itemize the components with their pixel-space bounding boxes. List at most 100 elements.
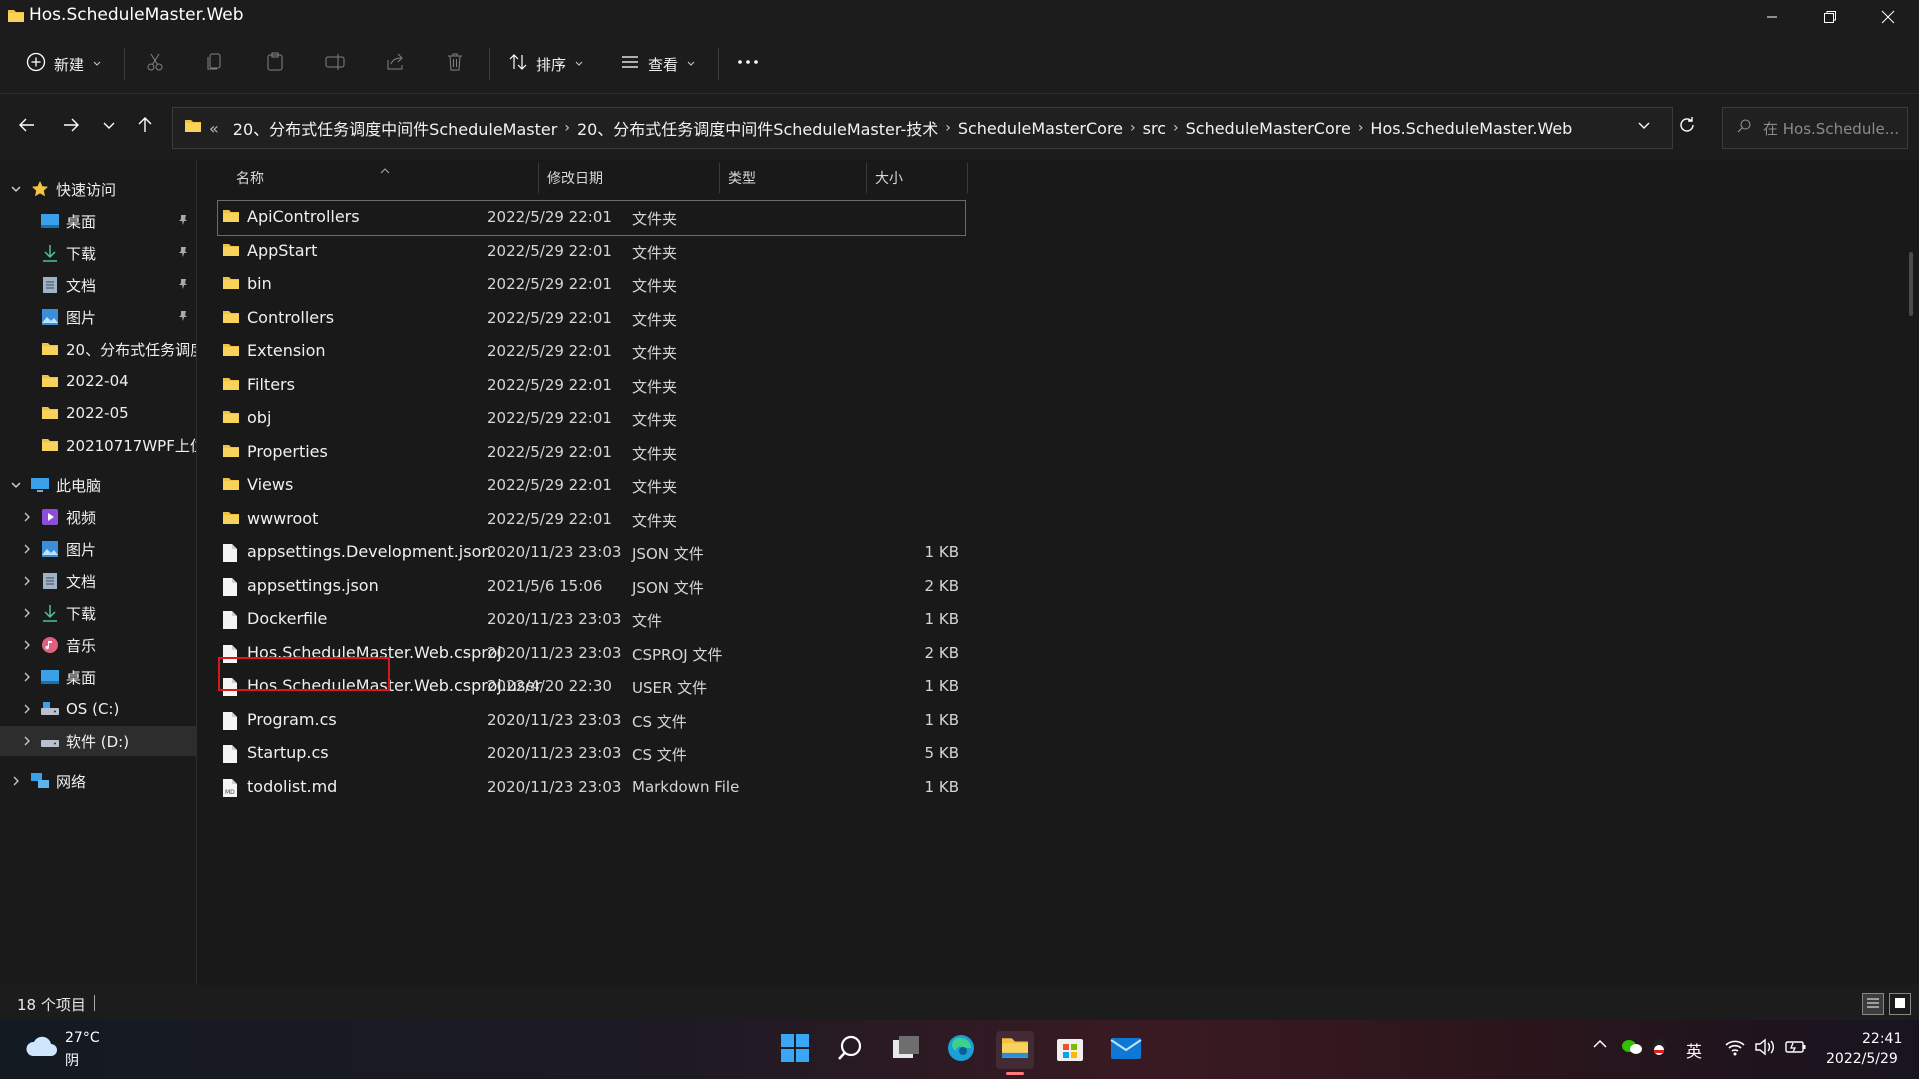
chevron-right-icon[interactable] (20, 606, 34, 620)
folder-row[interactable]: bin 2022/5/29 22:01 文件夹 (218, 268, 965, 302)
breadcrumb-item[interactable]: src (1143, 119, 1166, 138)
recent-locations-button[interactable] (92, 110, 126, 144)
back-button[interactable] (10, 110, 44, 144)
sidebar-item-folder[interactable]: 20210717WPF上位 (0, 430, 196, 460)
chevron-right-icon[interactable] (20, 574, 34, 588)
column-header-type[interactable]: 类型 (720, 160, 864, 196)
breadcrumb-item-current[interactable]: Hos.ScheduleMaster.Web (1370, 119, 1572, 138)
sidebar-item-downloads[interactable]: 下载 (0, 238, 196, 268)
folder-row[interactable]: obj 2022/5/29 22:01 文件夹 (218, 402, 965, 436)
paste-button[interactable] (265, 48, 285, 80)
close-button[interactable] (1859, 0, 1917, 34)
sidebar-item-drive-d[interactable]: 软件 (D:) (0, 726, 196, 756)
address-history-button[interactable] (1627, 110, 1661, 144)
new-button[interactable]: 新建 (26, 48, 102, 80)
sidebar-item-pictures[interactable]: 图片 (0, 302, 196, 332)
copy-button[interactable] (205, 48, 225, 80)
folder-row[interactable]: AppStart 2022/5/29 22:01 文件夹 (218, 235, 965, 269)
breadcrumb-item[interactable]: 20、分布式任务调度中间件ScheduleMaster (233, 116, 558, 140)
weather-description[interactable]: 阴 (65, 1050, 79, 1070)
sidebar-item-music[interactable]: 音乐 (0, 630, 196, 660)
file-row[interactable]: Startup.cs 2020/11/23 23:03 CS 文件 5 KB (218, 737, 965, 771)
weather-temperature[interactable]: 27°C (65, 1030, 100, 1046)
cloud-icon[interactable] (24, 1034, 58, 1064)
store-taskbar-button[interactable] (1051, 1031, 1089, 1069)
chevron-right-icon[interactable] (20, 638, 34, 652)
file-row[interactable]: MD todolist.md 2020/11/23 23:03 Markdown Fi… (218, 771, 965, 805)
sidebar-item-pictures[interactable]: 图片 (0, 534, 196, 564)
file-row[interactable]: appsettings.Development.json 2020/11/23 2… (218, 536, 965, 570)
column-header-size[interactable]: 大小 (867, 160, 965, 196)
breadcrumb-overflow[interactable]: « (209, 119, 219, 138)
sidebar-item-desktop[interactable]: 桌面 (0, 206, 196, 236)
wifi-icon[interactable] (1724, 1038, 1746, 1056)
delete-button[interactable] (445, 48, 465, 80)
mail-taskbar-button[interactable] (1107, 1031, 1145, 1069)
chevron-down-icon[interactable] (9, 478, 23, 492)
scrollbar[interactable] (1909, 252, 1913, 316)
clock-time[interactable]: 22:41 (1862, 1031, 1902, 1047)
ime-indicator[interactable]: 英 (1686, 1038, 1702, 1062)
pin-icon[interactable] (177, 212, 189, 230)
sort-button[interactable]: 排序 (508, 48, 584, 80)
sidebar-item-network[interactable]: 网络 (0, 766, 196, 796)
sidebar-item-documents[interactable]: 文档 (0, 566, 196, 596)
folder-row[interactable]: Filters 2022/5/29 22:01 文件夹 (218, 369, 965, 403)
breadcrumb-item[interactable]: 20、分布式任务调度中间件ScheduleMaster-技术 (577, 116, 938, 140)
column-header-name[interactable]: 名称 (228, 160, 536, 196)
sidebar-item-videos[interactable]: 视频 (0, 502, 196, 532)
sidebar-item-drive-c[interactable]: OS (C:) (0, 694, 196, 724)
sidebar-item-this-pc[interactable]: 此电脑 (0, 470, 196, 500)
cut-button[interactable] (145, 48, 165, 80)
address-bar[interactable]: « 20、分布式任务调度中间件ScheduleMaster › 20、分布式任务… (172, 107, 1673, 149)
chevron-right-icon[interactable] (20, 734, 34, 748)
refresh-button[interactable] (1670, 110, 1704, 144)
sidebar-item-quick-access[interactable]: 快速访问 (0, 174, 196, 204)
volume-icon[interactable] (1754, 1038, 1776, 1056)
file-explorer-taskbar-button[interactable] (996, 1031, 1034, 1069)
large-icons-view-button[interactable] (1889, 993, 1911, 1015)
file-row[interactable]: Dockerfile 2020/11/23 23:03 文件 1 KB (218, 603, 965, 637)
pin-icon[interactable] (177, 308, 189, 326)
search-button[interactable] (831, 1031, 869, 1069)
wechat-icon[interactable] (1621, 1038, 1643, 1056)
sidebar-item-folder[interactable]: 20、分布式任务调度 (0, 334, 196, 364)
start-button[interactable] (776, 1031, 814, 1069)
chevron-right-icon[interactable] (20, 702, 34, 716)
edge-taskbar-button[interactable] (942, 1031, 980, 1069)
sidebar-item-documents[interactable]: 文档 (0, 270, 196, 300)
search-input[interactable]: 在 Hos.Schedule... (1722, 107, 1908, 149)
chevron-right-icon[interactable] (20, 670, 34, 684)
restore-button[interactable] (1801, 0, 1859, 34)
pin-icon[interactable] (177, 276, 189, 294)
folder-row[interactable]: wwwroot 2022/5/29 22:01 文件夹 (218, 503, 965, 537)
qq-icon[interactable] (1651, 1038, 1667, 1058)
chevron-up-icon[interactable] (1592, 1038, 1608, 1050)
column-divider[interactable] (967, 163, 968, 193)
forward-button[interactable] (54, 110, 88, 144)
clock-date[interactable]: 2022/5/29 (1826, 1051, 1898, 1067)
folder-row[interactable]: ApiControllers 2022/5/29 22:01 文件夹 (217, 200, 966, 236)
breadcrumb-item[interactable]: ScheduleMasterCore (1186, 119, 1351, 138)
pin-icon[interactable] (177, 244, 189, 262)
rename-button[interactable] (325, 48, 345, 80)
chevron-down-icon[interactable] (9, 182, 23, 196)
sidebar-item-folder[interactable]: 2022-04 (0, 366, 196, 396)
folder-row[interactable]: Views 2022/5/29 22:01 文件夹 (218, 469, 965, 503)
minimize-button[interactable] (1743, 0, 1801, 34)
chevron-right-icon[interactable] (20, 542, 34, 556)
up-button[interactable] (128, 110, 162, 144)
more-options-button[interactable] (737, 48, 759, 80)
chevron-right-icon[interactable] (9, 774, 23, 788)
file-row[interactable]: Program.cs 2020/11/23 23:03 CS 文件 1 KB (218, 704, 965, 738)
view-button[interactable]: 查看 (620, 48, 696, 80)
sidebar-item-downloads[interactable]: 下载 (0, 598, 196, 628)
share-button[interactable] (385, 48, 405, 80)
chevron-right-icon[interactable] (20, 510, 34, 524)
folder-row[interactable]: Controllers 2022/5/29 22:01 文件夹 (218, 302, 965, 336)
file-row[interactable]: appsettings.json 2021/5/6 15:06 JSON 文件 2 K… (218, 570, 965, 604)
battery-icon[interactable] (1784, 1038, 1808, 1056)
sidebar-item-folder[interactable]: 2022-05 (0, 398, 196, 428)
details-view-button[interactable] (1862, 993, 1884, 1015)
folder-row[interactable]: Extension 2022/5/29 22:01 文件夹 (218, 335, 965, 369)
